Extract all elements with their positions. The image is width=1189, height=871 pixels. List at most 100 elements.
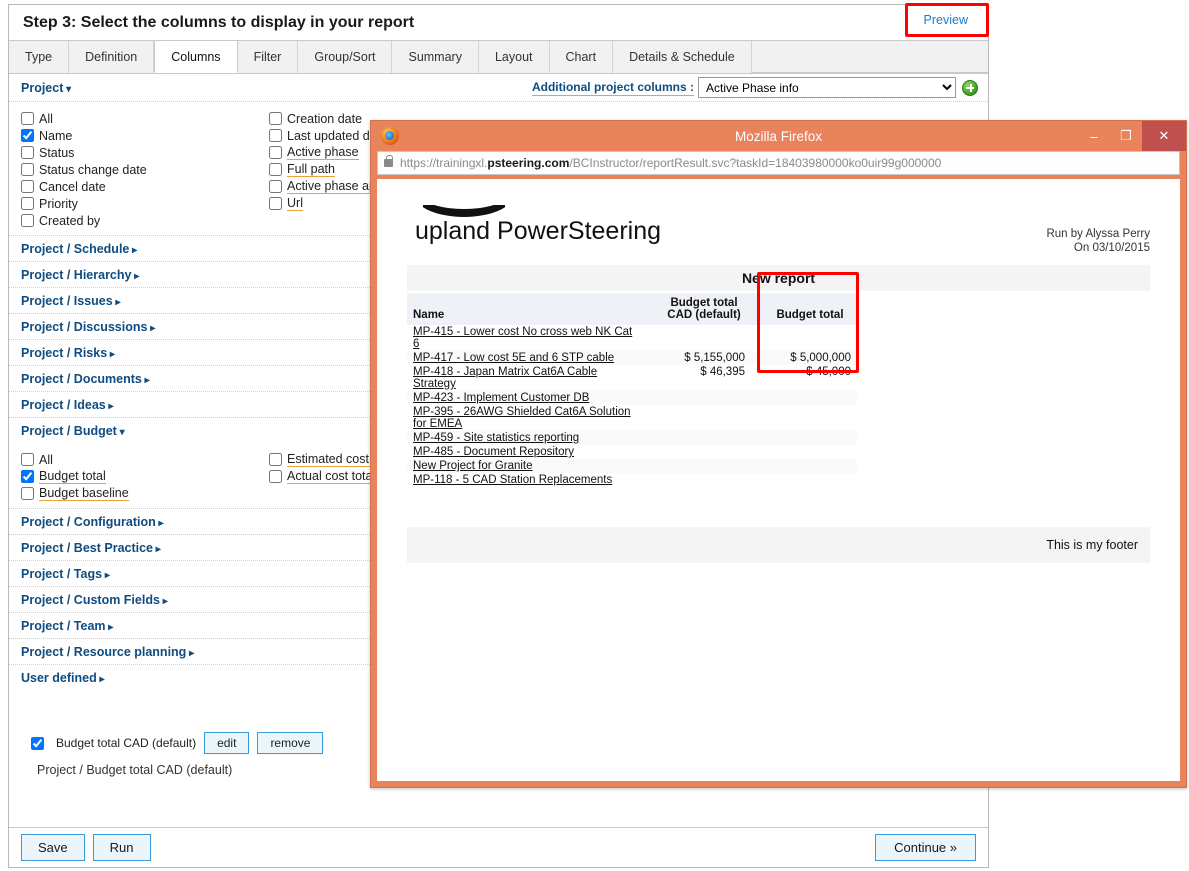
- group-toggle-project-hierarchy[interactable]: Project / Hierarchy: [21, 268, 139, 282]
- project-column-checkbox[interactable]: [21, 180, 34, 193]
- project-column-checkbox[interactable]: [21, 163, 34, 176]
- cell-spacer: [645, 351, 657, 365]
- cell-spacer: [751, 473, 763, 487]
- project-column-checkbox[interactable]: [21, 112, 34, 125]
- cell-budget-total-cad: [657, 431, 751, 445]
- cell-budget-total: [763, 445, 857, 459]
- close-icon[interactable]: ✕: [1142, 121, 1186, 151]
- save-button[interactable]: Save: [21, 834, 85, 861]
- remove-column-button[interactable]: remove: [257, 732, 324, 754]
- minimize-icon[interactable]: –: [1078, 121, 1110, 151]
- project-link[interactable]: MP-423 - Implement Customer DB: [413, 392, 589, 404]
- group-toggle-project-resource-planning[interactable]: Project / Resource planning: [21, 645, 194, 659]
- project-column-checkbox[interactable]: [269, 146, 282, 159]
- group-toggle-user-defined[interactable]: User defined: [21, 671, 105, 685]
- selected-column-checkbox[interactable]: [31, 736, 44, 750]
- project-column-checkbox[interactable]: [269, 180, 282, 193]
- cell-filler: [857, 365, 1150, 391]
- column-spacer: [645, 293, 657, 325]
- selected-column-label: Budget total CAD (default): [56, 736, 197, 750]
- tab-layout[interactable]: Layout: [478, 41, 550, 73]
- cell-filler: [857, 431, 1150, 445]
- group-toggle-project-risks[interactable]: Project / Risks: [21, 346, 115, 360]
- continue-button[interactable]: Continue »: [875, 834, 976, 861]
- additional-columns-select[interactable]: Active Phase info: [698, 77, 956, 98]
- cell-spacer: [751, 325, 763, 351]
- project-link[interactable]: MP-459 - Site statistics reporting: [413, 432, 579, 444]
- project-link[interactable]: MP-418 - Japan Matrix Cat6A Cable Strate…: [413, 366, 597, 390]
- project-link[interactable]: MP-395 - 26AWG Shielded Cat6A Solution f…: [413, 406, 631, 430]
- maximize-icon[interactable]: ❐: [1110, 121, 1142, 151]
- group-toggle-project-best-practice[interactable]: Project / Best Practice: [21, 541, 161, 555]
- group-toggle-project-configuration[interactable]: Project / Configuration: [21, 515, 164, 529]
- project-column-row: All: [21, 110, 269, 127]
- budget-column-label: Budget total: [39, 469, 106, 484]
- project-column-row: Status change date: [21, 161, 269, 178]
- project-column-checkbox[interactable]: [21, 146, 34, 159]
- group-toggle-project-team[interactable]: Project / Team: [21, 619, 113, 633]
- cell-filler: [857, 405, 1150, 431]
- column-filler: [857, 293, 1150, 325]
- tab-columns[interactable]: Columns: [154, 40, 238, 73]
- group-toggle-project-custom-fields[interactable]: Project / Custom Fields: [21, 593, 168, 607]
- table-row: MP-118 - 5 CAD Station Replacements: [407, 473, 1150, 487]
- run-button[interactable]: Run: [92, 834, 151, 861]
- project-column-checkbox[interactable]: [21, 214, 34, 227]
- budget-column-checkbox[interactable]: [21, 453, 34, 466]
- project-column-checkbox[interactable]: [269, 129, 282, 142]
- report-footer: This is my footer: [407, 527, 1150, 563]
- budget-column-checkbox[interactable]: [269, 470, 282, 483]
- budget-columns-left: All Budget total Budget baseline: [21, 451, 269, 502]
- group-toggle-project[interactable]: Project: [21, 81, 71, 95]
- run-on-text: On 03/10/2015: [1073, 242, 1150, 254]
- project-link[interactable]: MP-485 - Document Repository: [413, 446, 574, 458]
- add-column-icon[interactable]: [962, 79, 978, 96]
- report-title: New report: [407, 265, 1150, 291]
- budget-column-checkbox[interactable]: [21, 487, 34, 500]
- tab-filter[interactable]: Filter: [237, 41, 299, 73]
- run-by-text: Run by Alyssa Perry: [1046, 228, 1150, 240]
- project-link[interactable]: New Project for Granite: [413, 460, 533, 472]
- project-column-row: Status: [21, 144, 269, 161]
- cell-spacer: [645, 405, 657, 431]
- project-link[interactable]: MP-417 - Low cost 5E and 6 STP cable: [413, 352, 614, 364]
- preview-link[interactable]: Preview: [924, 13, 968, 27]
- tab-type[interactable]: Type: [9, 41, 70, 73]
- project-column-label: Name: [39, 128, 73, 143]
- cell-spacer: [645, 391, 657, 405]
- project-column-checkbox[interactable]: [269, 197, 282, 210]
- project-column-checkbox[interactable]: [269, 112, 282, 125]
- group-toggle-project-issues[interactable]: Project / Issues: [21, 294, 121, 308]
- group-toggle-project-ideas[interactable]: Project / Ideas: [21, 398, 114, 412]
- group-toggle-project-discussions[interactable]: Project / Discussions: [21, 320, 155, 334]
- cell-spacer: [751, 431, 763, 445]
- url-prefix: https://trainingxl.: [400, 156, 488, 170]
- group-toggle-project-budget[interactable]: Project / Budget: [21, 424, 125, 438]
- project-column-checkbox[interactable]: [269, 163, 282, 176]
- cell-spacer: [751, 445, 763, 459]
- edit-column-button[interactable]: edit: [204, 732, 250, 754]
- project-column-checkbox[interactable]: [21, 197, 34, 210]
- group-toggle-project-tags[interactable]: Project / Tags: [21, 567, 110, 581]
- budget-column-checkbox[interactable]: [21, 470, 34, 483]
- tab-group-sort[interactable]: Group/Sort: [298, 41, 393, 73]
- cell-filler: [857, 391, 1150, 405]
- report-table-body: MP-415 - Lower cost No cross web NK Cat …: [407, 325, 1150, 487]
- firefox-titlebar[interactable]: Mozilla Firefox – ❐ ✕: [371, 121, 1186, 151]
- group-toggle-project-documents[interactable]: Project / Documents: [21, 372, 150, 386]
- cell-filler: [857, 473, 1150, 487]
- report-table: Name Budget total CAD (default) Budget t…: [407, 293, 1150, 487]
- cell-filler: [857, 351, 1150, 365]
- address-bar[interactable]: https://trainingxl. psteering.com/BCInstr…: [377, 151, 1180, 175]
- cell-name: MP-118 - 5 CAD Station Replacements: [407, 473, 645, 487]
- project-link[interactable]: MP-118 - 5 CAD Station Replacements: [413, 474, 612, 486]
- project-column-checkbox[interactable]: [21, 129, 34, 142]
- group-toggle-project-schedule[interactable]: Project / Schedule: [21, 242, 137, 256]
- tab-definition[interactable]: Definition: [69, 41, 155, 73]
- project-column-label: Status: [39, 145, 75, 160]
- tab-summary[interactable]: Summary: [392, 41, 479, 73]
- project-link[interactable]: MP-415 - Lower cost No cross web NK Cat …: [413, 326, 632, 350]
- tab-chart[interactable]: Chart: [549, 41, 614, 73]
- budget-column-checkbox[interactable]: [269, 453, 282, 466]
- tab-details-schedule[interactable]: Details & Schedule: [613, 41, 752, 73]
